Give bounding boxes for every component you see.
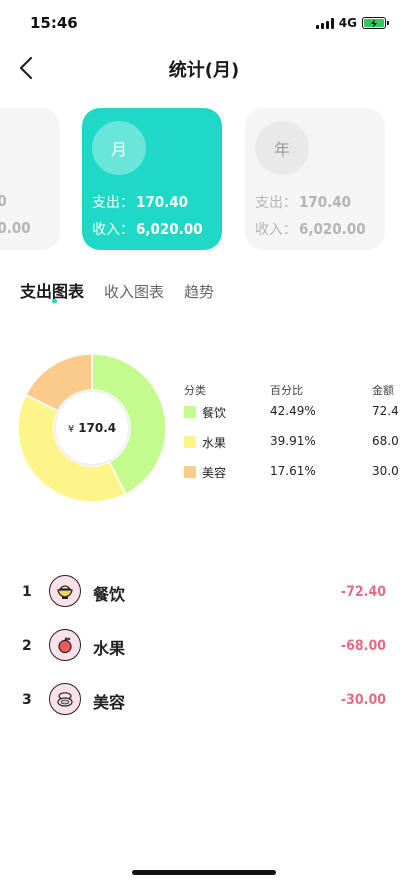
tab-indicator [52,299,57,303]
card-badge: 月 [92,121,146,175]
legend-header-category: 分类 [184,384,206,397]
list-item[interactable]: 2 水果 -68.00 [0,628,408,682]
legend-header: 分类 百分比 金额 [184,382,408,397]
legend-percent: 39.91% [270,434,316,448]
card-income-row: 00.00 [0,219,31,237]
card-income-label: 收入： [255,222,297,238]
donut-hole [54,390,130,466]
rank-amount: -68.00 [340,638,386,654]
period-card-year[interactable]: 年 支出： 170.40 收入： 6,020.00 [245,108,385,250]
legend-amount: 30.0 [372,464,399,478]
card-income-value: 6,020.00 [299,220,366,238]
legend-row: 美容 17.61% 30.0 [184,459,408,486]
rank-amount: -30.00 [340,692,386,708]
legend-row: 餐饮 42.49% 72.4 [184,399,408,426]
rice-bowl-icon [49,575,81,607]
chart-tabs: 支出图表 收入图表 趋势 [20,278,214,302]
legend-percent: 42.49% [270,404,316,418]
rank-number: 3 [22,692,32,708]
card-income-row: 收入： 6,020.00 [255,219,366,239]
rank-number: 2 [22,638,32,654]
card-income-row: 收入： 6,020.00 [92,219,203,239]
signal-icon [315,17,334,29]
category-ranking-list: 1 餐饮 -72.40 2 水果 -68.00 3 美容 -30.00 [0,574,408,736]
status-time: 15:46 [30,14,78,32]
tab-income-chart[interactable]: 收入图表 [104,281,164,302]
list-item[interactable]: 1 餐饮 -72.40 [0,574,408,628]
rank-amount: -72.40 [340,584,386,600]
rank-category-name: 美容 [93,693,126,712]
card-expense-label: 支出： [255,195,297,211]
rank-category-name: 餐饮 [93,585,126,604]
legend-name: 美容 [202,466,227,480]
period-card-month[interactable]: 月 支出： 170.40 收入： 6,020.00 [82,108,222,250]
card-badge: 年 [255,121,309,175]
legend-swatch [184,436,196,448]
network-type: 4G [338,16,357,30]
legend-swatch [184,466,196,478]
donut-chart [17,353,167,503]
card-income-value: 00.00 [0,219,31,237]
status-bar: 15:46 4G [0,0,408,44]
period-card-prev[interactable]: 70 00.00 [0,108,60,250]
rank-category-name: 水果 [93,639,126,658]
legend-header-percent: 百分比 [270,384,303,397]
battery-icon [362,17,389,29]
legend-amount: 68.0 [372,434,399,448]
period-card-strip[interactable]: 70 00.00 月 支出：170.40 收入：6,020.00 年 支出：17… [0,108,408,252]
legend-row: 水果 39.91% 68.0 [184,429,408,456]
header: 统计(月) [0,44,408,92]
card-income-value: 6,020.00 [136,220,203,238]
card-expense-label: 支出： [92,195,134,211]
legend-name: 餐饮 [202,406,227,420]
card-expense-row: 70 [0,192,7,210]
card-expense-value: 170.40 [136,193,189,211]
legend-table: 分类 百分比 金额 餐饮 42.49% 72.4 水果 39.91% 68.0 … [184,382,408,486]
page-title: 统计(月) [168,60,240,81]
rank-number: 1 [22,584,32,600]
legend-name: 水果 [202,436,227,450]
card-income-label: 收入： [92,222,134,238]
home-indicator [132,870,276,875]
legend-percent: 17.61% [270,464,316,478]
card-expense-row: 支出： 170.40 [255,192,351,212]
list-item[interactable]: 3 美容 -30.00 [0,682,408,736]
card-expense-value: 170.40 [299,193,352,211]
tab-trend[interactable]: 趋势 [184,281,214,302]
legend-swatch [184,406,196,418]
card-expense-row: 支出： 170.40 [92,192,188,212]
legend-header-amount: 金额 [372,384,394,397]
compact-mirror-icon [49,683,81,715]
apple-icon [49,629,81,661]
status-indicators: 4G [315,16,389,30]
card-expense-value: 70 [0,192,7,210]
legend-amount: 72.4 [372,404,399,418]
